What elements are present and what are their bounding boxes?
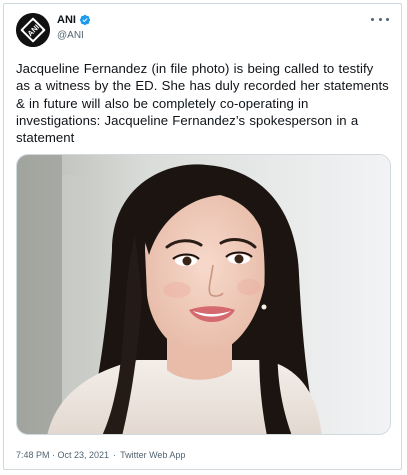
author-handle[interactable]: @ANI: [57, 30, 84, 41]
tweet-text: Jacqueline Fernandez (in file photo) is …: [16, 61, 389, 146]
photo-image: [17, 155, 390, 434]
timestamp[interactable]: 7:48 PM · Oct 23, 2021: [16, 450, 109, 460]
tweet-card: ANI ANI @ANI Jacqueline Fernandez (in fi…: [3, 3, 402, 470]
avatar[interactable]: ANI: [16, 13, 50, 47]
more-options-icon[interactable]: [371, 12, 389, 26]
author-row: ANI: [57, 14, 91, 26]
tweet-footer: 7:48 PM · Oct 23, 2021 · Twitter Web App: [16, 450, 185, 460]
verified-badge-icon: [79, 14, 91, 26]
author-name[interactable]: ANI: [57, 14, 76, 26]
tweet-photo[interactable]: [16, 154, 391, 435]
tweet-source[interactable]: Twitter Web App: [120, 450, 185, 460]
footer-separator: ·: [113, 450, 117, 460]
ani-logo-icon: ANI: [16, 13, 50, 47]
